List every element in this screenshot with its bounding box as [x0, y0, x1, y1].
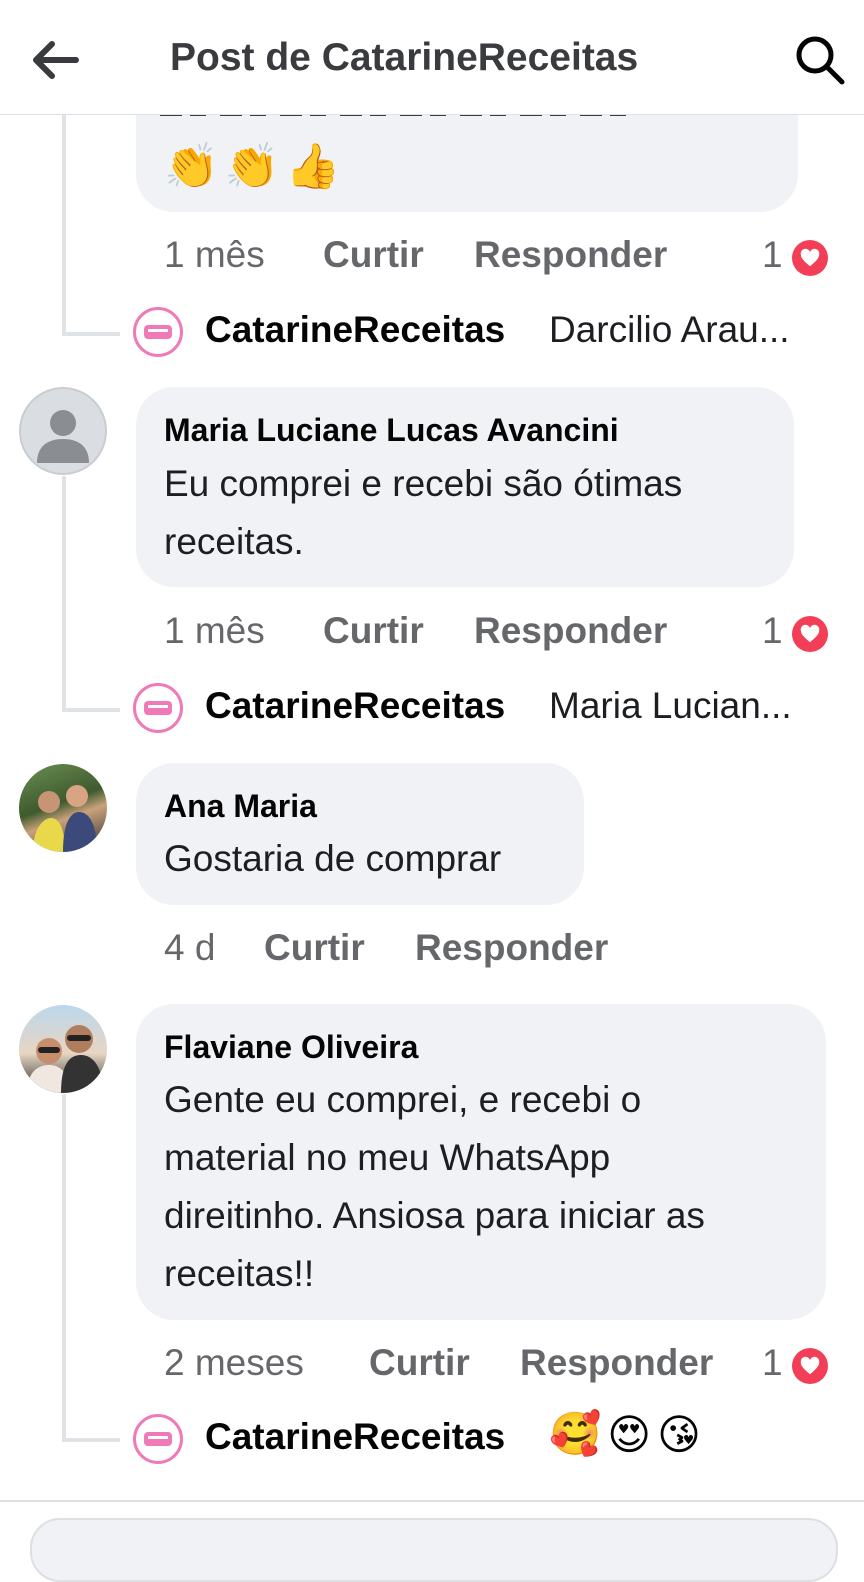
- reply-author[interactable]: CatarineReceitas: [205, 685, 505, 727]
- arrow-left-icon: [33, 41, 79, 79]
- comment-emojis: 👏 👏 👍: [164, 140, 340, 192]
- comment-text: Gostaria de comprar: [164, 830, 501, 888]
- heart-icon: [800, 1356, 820, 1375]
- thread-line: [62, 1438, 120, 1442]
- reaction-count: 1: [762, 234, 783, 275]
- heart-icon: [800, 248, 820, 267]
- write-comment-input[interactable]: [30, 1518, 838, 1582]
- reply-preview-text[interactable]: Maria Lucian...: [549, 685, 792, 727]
- comment-line: Eu comprei e recebi são ótimas: [164, 463, 683, 504]
- heart-icon: [800, 624, 820, 643]
- thread-line: [62, 114, 66, 336]
- avatar[interactable]: [19, 764, 107, 852]
- catarine-logo-icon: [144, 701, 172, 715]
- reply-preview-emojis[interactable]: 🥰 😍 😘: [549, 1410, 701, 1459]
- clapping-hands-emoji: 👏: [224, 142, 280, 191]
- like-button[interactable]: Curtir: [264, 927, 365, 969]
- reply-author[interactable]: CatarineReceitas: [205, 1416, 505, 1458]
- comment-time: 1 mês: [164, 234, 265, 275]
- kissing-heart-emoji: 😘: [657, 1411, 701, 1458]
- smiling-hearts-emoji: 🥰: [549, 1410, 602, 1457]
- like-button[interactable]: Curtir: [323, 610, 424, 652]
- clapping-hands-emoji: 👏: [164, 142, 219, 191]
- heart-eyes-emoji: 😍: [607, 1411, 652, 1458]
- like-button[interactable]: Curtir: [323, 234, 424, 276]
- comment-time: 2 meses: [164, 1342, 304, 1383]
- top-bar: Post de CatarineReceitas: [0, 0, 864, 115]
- comment-line: Gente eu comprei, e recebi o: [164, 1079, 642, 1120]
- comment-line: receitas.: [164, 521, 304, 562]
- comment-line: direitinho. Ansiosa para iniciar as: [164, 1195, 705, 1236]
- thread-line: [62, 1094, 66, 1442]
- comment-line: receitas!!: [164, 1253, 315, 1294]
- reply-button[interactable]: Responder: [520, 1342, 713, 1384]
- avatar[interactable]: [133, 307, 183, 357]
- thread-line: [62, 332, 120, 336]
- thread-line: [62, 708, 120, 712]
- profile-photo-icon: [27, 1025, 103, 1093]
- comment-time: 1 mês: [164, 610, 265, 651]
- avatar[interactable]: [19, 1005, 107, 1093]
- back-button[interactable]: [28, 36, 82, 84]
- avatar[interactable]: [19, 387, 107, 475]
- comment-time: 4 d: [164, 927, 216, 968]
- comment-text: Gente eu comprei, e recebi o material no…: [164, 1071, 705, 1303]
- reaction-count: 1: [762, 1342, 783, 1383]
- reply-preview-text[interactable]: Darcilio Arau...: [549, 309, 790, 351]
- heart-reaction[interactable]: [792, 616, 828, 652]
- search-icon: [796, 36, 845, 85]
- thumbs-up-emoji: 👍: [285, 142, 341, 191]
- divider: [0, 1500, 864, 1502]
- like-button[interactable]: Curtir: [369, 1342, 470, 1384]
- thread-line: [62, 476, 66, 712]
- default-profile-icon: [37, 410, 89, 463]
- catarine-logo-icon: [144, 1432, 172, 1446]
- comment-text: Eu comprei e recebi são ótimas receitas.: [164, 455, 682, 571]
- search-button[interactable]: [792, 33, 846, 87]
- comment-line: material no meu WhatsApp: [164, 1137, 611, 1178]
- comment-author[interactable]: Maria Luciane Lucas Avancini: [164, 412, 619, 449]
- catarine-logo-icon: [144, 325, 172, 339]
- profile-photo-icon: [33, 785, 97, 852]
- heart-reaction[interactable]: [792, 1348, 828, 1384]
- avatar[interactable]: [133, 683, 183, 733]
- reply-author[interactable]: CatarineReceitas: [205, 309, 505, 351]
- comment-author[interactable]: Flaviane Oliveira: [164, 1029, 418, 1066]
- reply-button[interactable]: Responder: [474, 610, 667, 652]
- page-title: Post de CatarineReceitas: [170, 36, 639, 79]
- comment-author[interactable]: Ana Maria: [164, 788, 317, 825]
- heart-reaction[interactable]: [792, 240, 828, 276]
- comment-line: Gostaria de comprar: [164, 838, 502, 879]
- reply-button[interactable]: Responder: [415, 927, 608, 969]
- reply-button[interactable]: Responder: [474, 234, 667, 276]
- reaction-count: 1: [762, 610, 783, 651]
- avatar[interactable]: [133, 1414, 183, 1464]
